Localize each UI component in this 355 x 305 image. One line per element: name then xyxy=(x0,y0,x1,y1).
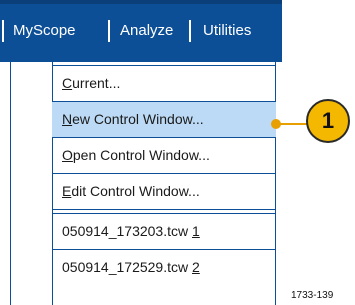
menu-item-open-control-window[interactable]: Open Control Window... xyxy=(52,138,276,174)
menu-item-label: New Control Window... xyxy=(62,111,204,127)
figure-id-label: 1733-139 xyxy=(291,290,334,301)
callout-leader-dot xyxy=(271,119,281,129)
menu-bar: MyScope Analyze Utilities xyxy=(0,0,282,62)
menu-item-edit-control-window[interactable]: Edit Control Window... xyxy=(52,174,276,210)
menu-separator xyxy=(189,20,191,42)
callout-marker: 1 xyxy=(306,99,350,143)
menu-item-recent-file-1[interactable]: 050914_173203.tcw 1 xyxy=(52,214,276,250)
menu-item-label: 050914_172529.tcw 2 xyxy=(62,259,200,275)
callout-number: 1 xyxy=(321,108,335,133)
menu-item-label: Current... xyxy=(62,75,121,91)
menu-item-current[interactable]: Current... xyxy=(52,66,276,102)
menu-separator xyxy=(108,20,110,42)
menu-item-new-control-window[interactable]: New Control Window... xyxy=(52,102,276,138)
menu-analyze[interactable]: Analyze xyxy=(120,22,173,40)
menu-bar-top-border xyxy=(0,0,282,4)
menu-myscope[interactable]: MyScope xyxy=(13,22,76,40)
myscope-dropdown-menu: Current... New Control Window... Open Co… xyxy=(0,62,282,305)
menu-left-border xyxy=(10,62,11,305)
menu-separator xyxy=(2,20,4,42)
menu-item-label: Edit Control Window... xyxy=(62,183,200,199)
menu-item-label: 050914_173203.tcw 1 xyxy=(62,223,200,239)
menu-item-label: Open Control Window... xyxy=(62,147,210,163)
menu-item-recent-file-2[interactable]: 050914_172529.tcw 2 xyxy=(52,250,276,286)
menu-utilities[interactable]: Utilities xyxy=(203,22,251,40)
